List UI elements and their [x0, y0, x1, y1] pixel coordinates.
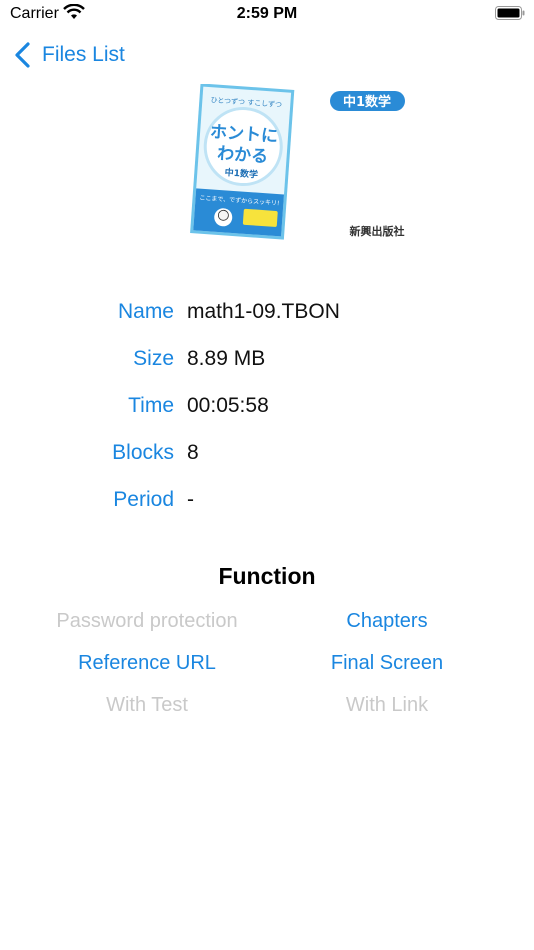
- cover-title-line2: わかる: [216, 144, 268, 168]
- time-value: 00:05:58: [187, 394, 269, 417]
- publisher-label: 新興出版社: [350, 224, 405, 238]
- function-heading: Function: [218, 563, 316, 589]
- chapters-button[interactable]: Chapters: [257, 610, 517, 633]
- with-test-option: With Test: [106, 694, 188, 716]
- with-link-option: With Link: [345, 694, 429, 716]
- info-row-size: Size 8.89 MB: [0, 343, 534, 377]
- blocks-label: Blocks: [112, 441, 174, 464]
- period-label: Period: [113, 488, 174, 511]
- blocks-value: 8: [187, 441, 199, 464]
- back-button[interactable]: Files List: [14, 40, 125, 70]
- info-row-blocks: Blocks 8: [0, 437, 534, 471]
- name-label: Name: [117, 300, 174, 323]
- name-value: math1-09.TBON: [187, 300, 340, 323]
- battery-icon: [495, 6, 525, 20]
- info-row-name: Name math1-09.TBON: [0, 296, 534, 330]
- password-protection-option: Password protection: [56, 610, 238, 632]
- time-label: Time: [128, 394, 174, 417]
- clock: 2:59 PM: [236, 5, 298, 22]
- book-cover-image: ひとつずつ すこしずつ ホントに わかる 中1数学 ここまで、でずからスッキリ!…: [190, 84, 405, 240]
- status-bar: Carrier 2:59 PM: [0, 0, 534, 28]
- back-label: Files List: [42, 43, 125, 66]
- chevron-left-icon: [15, 42, 30, 68]
- info-row-period: Period -: [0, 484, 534, 518]
- size-value: 8.89 MB: [187, 347, 266, 370]
- period-value: -: [187, 488, 194, 511]
- subject-badge: 中1数学: [343, 94, 391, 110]
- size-label: Size: [133, 347, 174, 370]
- final-screen-button[interactable]: Final Screen: [257, 652, 517, 675]
- info-row-time: Time 00:05:58: [0, 390, 534, 424]
- reference-url-button[interactable]: Reference URL: [17, 652, 277, 675]
